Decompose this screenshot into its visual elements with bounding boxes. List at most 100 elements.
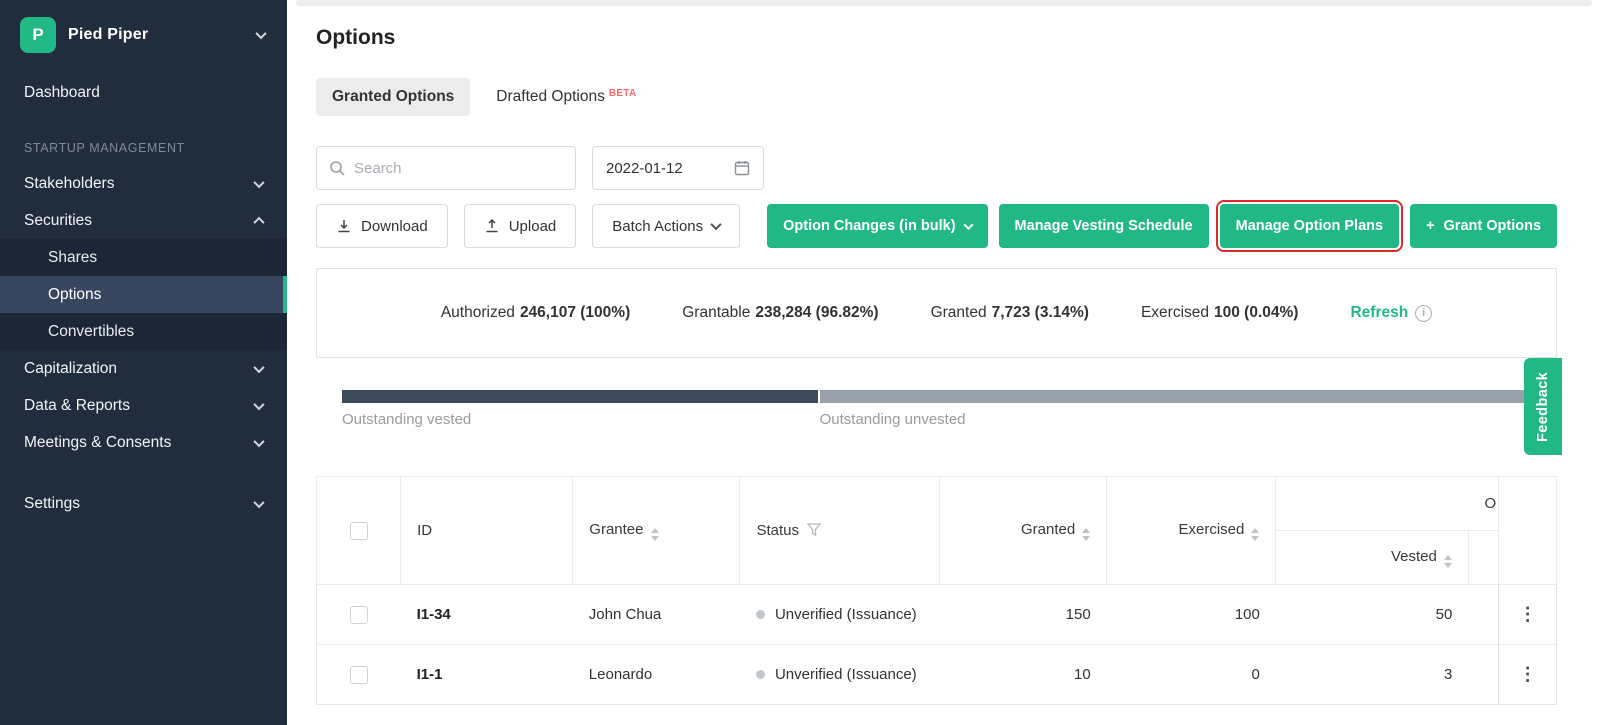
column-label: Granted — [1020, 520, 1076, 538]
column-header-clipped — [1467, 530, 1500, 585]
sidebar-item-label: Dashboard — [24, 83, 100, 101]
chevron-down-icon — [253, 398, 265, 410]
cell-clipped — [1468, 644, 1499, 705]
sort-icon[interactable] — [1082, 527, 1091, 541]
column-header-status[interactable]: Status — [739, 476, 941, 585]
stat-label: Granted — [930, 304, 987, 321]
batch-actions-button[interactable]: Batch Actions — [592, 204, 741, 248]
unvested-bar — [819, 390, 1532, 403]
button-label: Batch Actions — [612, 217, 704, 235]
button-label: Manage Vesting Schedule — [1014, 218, 1193, 234]
upload-button[interactable]: Upload — [463, 204, 577, 248]
chevron-down-icon — [963, 219, 973, 230]
column-label: Status — [756, 522, 799, 539]
status-text: Unverified (Issuance) — [774, 606, 917, 623]
chevron-down-icon — [710, 218, 722, 231]
progress-bar — [342, 390, 1532, 403]
manage-vesting-schedule-button[interactable]: Manage Vesting Schedule — [998, 204, 1209, 248]
tab-drafted-options[interactable]: Drafted Options BETA — [480, 78, 652, 116]
cell-grantee: Leonardo — [572, 644, 740, 705]
sidebar-item-label: Securities — [24, 211, 93, 229]
stat-value: 246,107 (100%) — [519, 304, 631, 321]
stat-authorized: Authorized 246,107 (100%) — [441, 304, 630, 322]
tab-label: Drafted Options — [496, 88, 605, 105]
row-select-cell — [316, 644, 401, 705]
chevron-down-icon — [253, 496, 265, 508]
stat-value: 100 (0.04%) — [1214, 304, 1299, 321]
sidebar-nav: Dashboard STARTUP MANAGEMENT Stakeholder… — [0, 68, 287, 522]
sidebar-item-dashboard[interactable]: Dashboard — [0, 74, 287, 111]
column-header-id[interactable]: ID — [400, 476, 574, 585]
column-label: Exercised — [1178, 520, 1245, 538]
sidebar-item-convertibles[interactable]: Convertibles — [0, 313, 287, 350]
tab-granted-options[interactable]: Granted Options — [316, 78, 471, 116]
sidebar-item-meetings-consents[interactable]: Meetings & Consents — [0, 424, 287, 461]
search-icon — [330, 161, 345, 176]
sidebar-item-label: Capitalization — [24, 359, 118, 377]
row-actions-menu-icon[interactable] — [1498, 644, 1557, 705]
cell-id[interactable]: I1-1 — [400, 644, 573, 705]
toolbar: Download Upload Batch Actions Option Cha… — [316, 200, 1558, 252]
status-text: Unverified (Issuance) — [774, 666, 917, 683]
download-icon — [338, 220, 350, 233]
sidebar-item-shares[interactable]: Shares — [0, 239, 287, 276]
option-changes-bulk-button[interactable]: Option Changes (in bulk) — [767, 204, 988, 248]
manage-option-plans-button[interactable]: Manage Option Plans — [1215, 200, 1404, 252]
options-tabs: Granted Options Drafted Options BETA — [316, 78, 1557, 116]
column-header-grantee[interactable]: Grantee — [572, 476, 741, 585]
button-label: Upload — [508, 217, 557, 235]
refresh-button[interactable]: Refresh — [1350, 304, 1433, 322]
select-all-checkbox[interactable] — [349, 521, 368, 540]
sidebar-item-options[interactable]: Options — [0, 276, 287, 313]
sidebar-section-label: STARTUP MANAGEMENT — [24, 141, 185, 155]
sort-icon[interactable] — [650, 527, 659, 541]
sort-icon[interactable] — [1251, 527, 1260, 541]
stat-label: Exercised — [1140, 304, 1210, 321]
download-button[interactable]: Download — [316, 204, 448, 248]
company-switcher[interactable]: P Pied Piper — [0, 0, 287, 68]
chevron-down-icon — [253, 435, 265, 447]
cell-id[interactable]: I1-34 — [400, 584, 573, 645]
chevron-down-icon — [255, 27, 267, 40]
cell-exercised: 100 — [1106, 584, 1276, 645]
refresh-label: Refresh — [1350, 304, 1409, 321]
sidebar-item-label: Data & Reports — [24, 396, 130, 414]
sidebar-item-capitalization[interactable]: Capitalization — [0, 350, 287, 387]
stat-value: 238,284 (96.82%) — [755, 304, 879, 321]
stat-granted: Granted 7,723 (3.14%) — [931, 304, 1089, 322]
calendar-icon — [734, 161, 750, 176]
feedback-tab[interactable]: Feedback — [1524, 358, 1562, 455]
sidebar-item-stakeholders[interactable]: Stakeholders — [0, 165, 287, 202]
beta-badge: BETA — [608, 88, 637, 99]
row-checkbox[interactable] — [349, 605, 368, 624]
column-label: Vested — [1390, 547, 1437, 565]
horizontal-scrollbar[interactable] — [296, 0, 1592, 6]
company-name: Pied Piper — [68, 26, 149, 43]
filter-icon[interactable] — [806, 523, 822, 537]
column-header-vested[interactable]: Vested — [1275, 530, 1469, 585]
plus-icon: + — [1426, 218, 1435, 234]
search-box — [316, 146, 576, 190]
button-label: Option Changes (in bulk) — [783, 218, 956, 234]
row-actions-menu-icon[interactable] — [1498, 584, 1557, 645]
search-input[interactable] — [354, 159, 563, 177]
sidebar-item-data-reports[interactable]: Data & Reports — [0, 387, 287, 424]
row-checkbox[interactable] — [349, 665, 368, 684]
cell-granted: 150 — [939, 584, 1107, 645]
company-logo: P — [20, 17, 56, 53]
grant-options-button[interactable]: + Grant Options — [1410, 204, 1558, 248]
vested-bar-label: Outstanding vested — [342, 411, 472, 428]
info-icon[interactable] — [1415, 304, 1433, 322]
sidebar-item-label: Options — [48, 285, 102, 303]
column-header-exercised[interactable]: Exercised — [1106, 476, 1277, 585]
sort-icon[interactable] — [1443, 554, 1452, 568]
unvested-bar-label: Outstanding unvested — [819, 411, 966, 428]
sidebar-item-securities[interactable]: Securities — [0, 202, 287, 239]
sidebar-item-settings[interactable]: Settings — [0, 485, 287, 522]
date-picker[interactable]: 2022-01-12 — [592, 146, 764, 190]
column-header-granted[interactable]: Granted — [939, 476, 1108, 585]
column-label: Grantee — [589, 520, 644, 538]
status-dot-icon — [755, 610, 765, 619]
cell-status: Unverified (Issuance) — [739, 644, 940, 705]
sidebar-item-label: Meetings & Consents — [24, 433, 172, 451]
